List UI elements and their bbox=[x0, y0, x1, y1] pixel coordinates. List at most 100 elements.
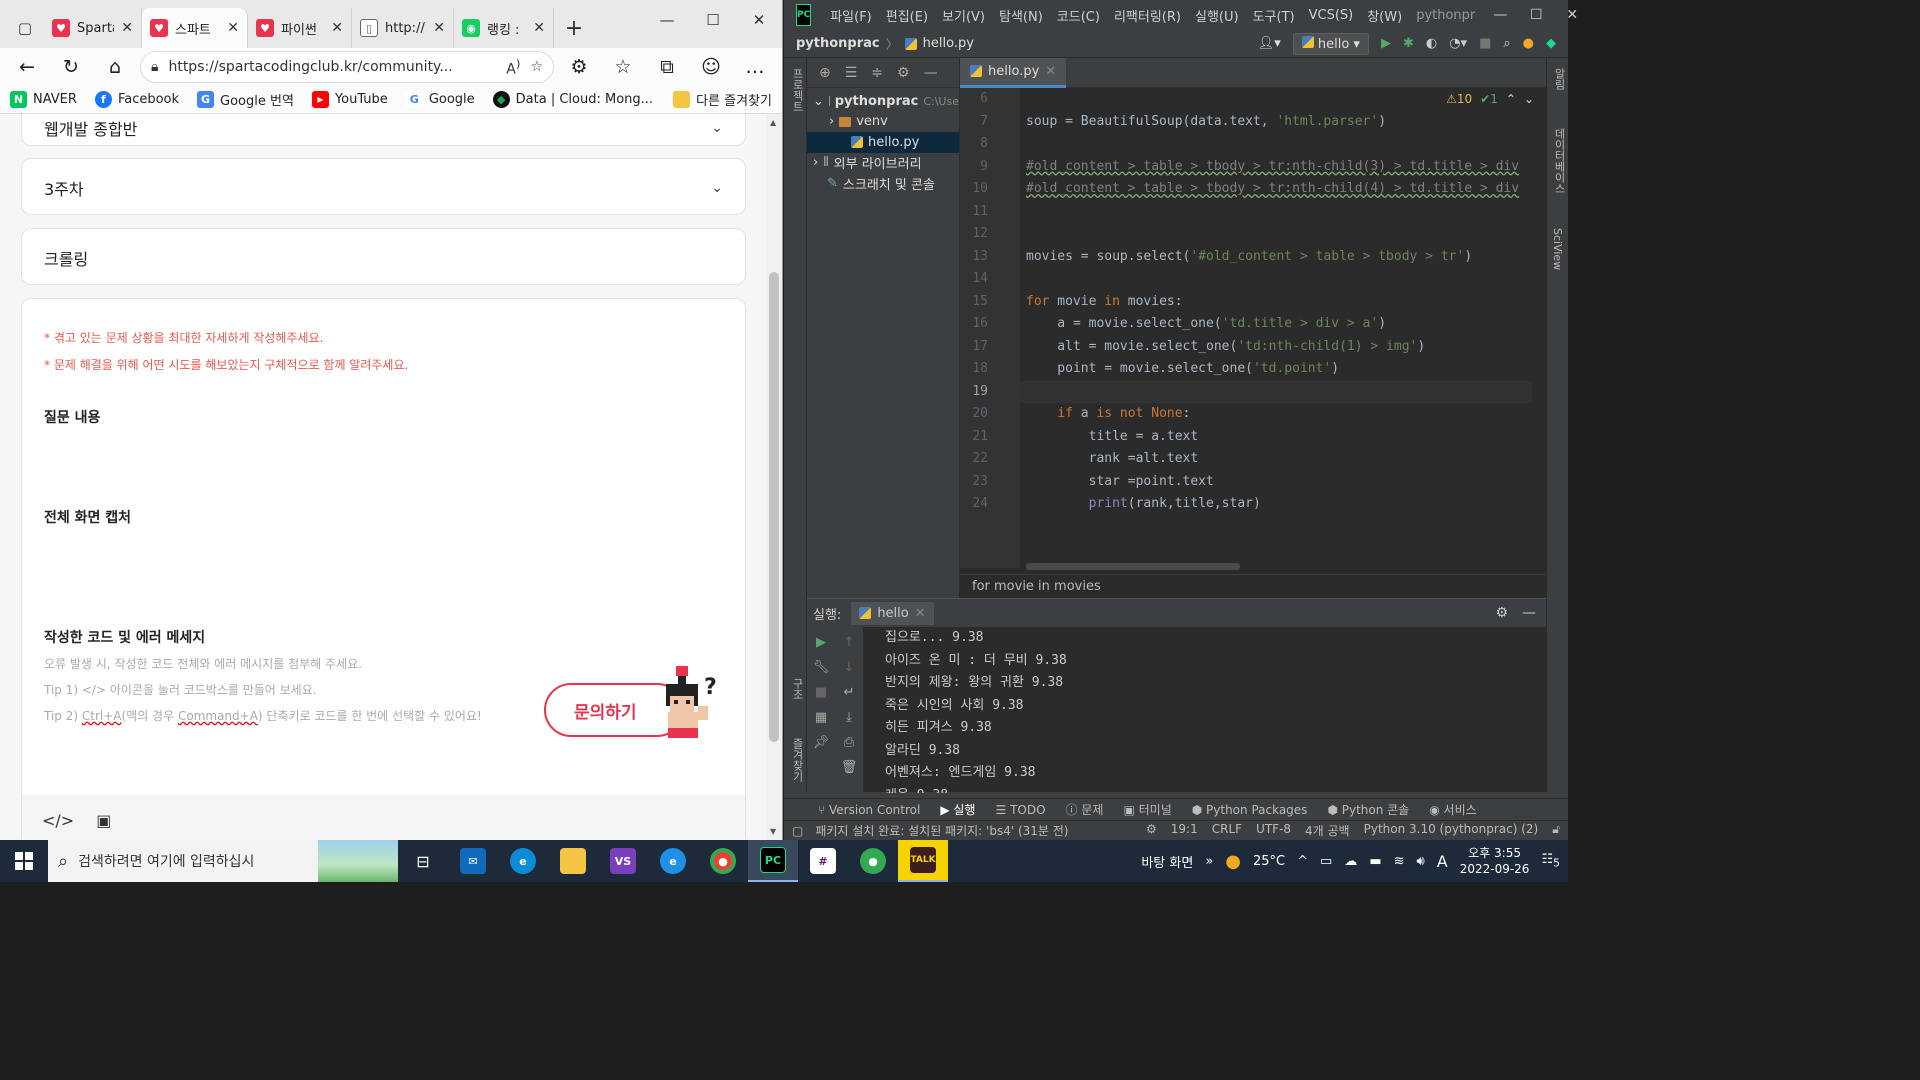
run-tab-hello[interactable]: hello ✕ bbox=[851, 601, 934, 625]
user-icon[interactable]: 👤︎▾ bbox=[1258, 36, 1281, 51]
hide-panel-icon[interactable]: — bbox=[1522, 605, 1536, 621]
menu-run[interactable]: 실행(U) bbox=[1188, 6, 1246, 25]
trash-icon[interactable]: 🗑︎ bbox=[841, 760, 858, 775]
menu-refactor[interactable]: 리팩터링(R) bbox=[1107, 6, 1188, 25]
collapse-all-icon[interactable]: ≑ bbox=[871, 65, 883, 81]
tool-tab-python-packages[interactable]: ⬢ Python Packages bbox=[1192, 803, 1308, 817]
line-separator[interactable]: CRLF bbox=[1212, 822, 1242, 839]
ime-indicator[interactable]: A bbox=[1437, 852, 1448, 871]
weather-temperature[interactable]: 25°C bbox=[1253, 854, 1285, 869]
maximize-icon[interactable]: ☐ bbox=[1518, 7, 1554, 23]
rerun-icon[interactable]: ▶ bbox=[816, 635, 826, 650]
wrench-icon[interactable]: 🔧︎ bbox=[813, 660, 830, 675]
more-menu-icon[interactable]: … bbox=[736, 51, 774, 83]
jetbrains-icon[interactable]: ◆ bbox=[1546, 36, 1556, 51]
status-message[interactable]: 패키지 설치 완료: 설치된 패키지: 'bs4' (31분 전) bbox=[815, 822, 1068, 839]
bookmark-google-translate[interactable]: G Google 번역 bbox=[197, 90, 294, 109]
notification-center-icon[interactable]: ☷5 bbox=[1541, 852, 1560, 870]
pycharm-app-icon[interactable]: PC bbox=[748, 840, 798, 882]
arrow-up-icon[interactable]: ↑ bbox=[844, 635, 855, 650]
indent-setting[interactable]: 4개 공백 bbox=[1305, 822, 1350, 839]
toggle-panel-icon[interactable]: ▢ bbox=[792, 824, 803, 838]
onedrive-icon[interactable]: ☁ bbox=[1344, 854, 1357, 869]
kakaotalk-app-icon[interactable]: TALK bbox=[898, 840, 948, 882]
chevron-down-icon[interactable]: ⌄ bbox=[711, 120, 723, 136]
close-tab-icon[interactable]: ✕ bbox=[121, 20, 133, 36]
hide-panel-icon[interactable]: — bbox=[924, 65, 938, 81]
chevron-up-icon[interactable]: » bbox=[1205, 854, 1213, 869]
python-interpreter[interactable]: Python 3.10 (pythonprac) (2) bbox=[1364, 822, 1539, 839]
bookmark-youtube[interactable]: ▶ YouTube bbox=[311, 91, 388, 108]
accordion-course[interactable]: 웹개발 종합반 ⌄ bbox=[21, 114, 746, 146]
url-text[interactable]: https://spartacodingclub.kr/community... bbox=[168, 59, 496, 75]
other-bookmarks[interactable]: 다른 즐겨찾기 bbox=[673, 90, 772, 109]
address-bar[interactable]: 🔒︎ https://spartacodingclub.kr/community… bbox=[140, 51, 554, 83]
profile-avatar-icon[interactable]: ☺ bbox=[692, 51, 730, 83]
menu-tools[interactable]: 도구(T) bbox=[1246, 6, 1302, 25]
question-form[interactable]: * 겪고 있는 문제 상황을 최대한 자세하게 작성해주세요. * 문제 해결을… bbox=[21, 298, 746, 840]
cursor-position[interactable]: 19:1 bbox=[1171, 822, 1198, 839]
refresh-icon[interactable]: ↻ bbox=[52, 51, 90, 83]
search-icon[interactable]: ⌕ bbox=[1503, 36, 1510, 51]
taskbar-search[interactable]: ⌕ 검색하려면 여기에 입력하십시 bbox=[48, 840, 398, 882]
visual-studio-icon[interactable]: VS bbox=[598, 840, 648, 882]
chevron-down-icon[interactable]: ⌄ bbox=[711, 180, 723, 196]
close-tab-icon[interactable]: ✕ bbox=[915, 606, 926, 621]
nav-file[interactable]: hello.py bbox=[923, 36, 974, 51]
meet-now-icon[interactable]: ▭ bbox=[1320, 854, 1332, 869]
image-upload-icon[interactable]: ▣ bbox=[96, 811, 111, 830]
tree-external-libraries[interactable]: › ⫴ 외부 라이브러리 bbox=[807, 153, 959, 174]
tree-file-hello[interactable]: hello.py bbox=[807, 132, 959, 153]
close-window-icon[interactable]: ✕ bbox=[736, 0, 782, 40]
background-tasks-icon[interactable]: ⚙ bbox=[1146, 822, 1157, 839]
sciview-tool-button[interactable]: SciView bbox=[1551, 228, 1564, 270]
topic-field[interactable]: 크롤링 bbox=[21, 228, 746, 285]
edge-app-icon[interactable]: e bbox=[498, 840, 548, 882]
layout-icon[interactable]: ▦ bbox=[815, 710, 827, 725]
editor-horizontal-scrollbar[interactable] bbox=[1026, 563, 1240, 570]
coverage-icon[interactable]: ◐ bbox=[1426, 36, 1437, 51]
browser-tab[interactable]: ♥ 파이썬 ✕ bbox=[248, 8, 352, 48]
chevron-up-icon[interactable]: ⌃ bbox=[1506, 92, 1516, 106]
file-encoding[interactable]: UTF-8 bbox=[1256, 822, 1291, 839]
close-tab-icon[interactable]: ✕ bbox=[1045, 64, 1056, 79]
close-window-icon[interactable]: ✕ bbox=[1554, 7, 1590, 23]
minimize-icon[interactable]: — bbox=[644, 0, 690, 40]
stop-icon[interactable]: ■ bbox=[815, 685, 827, 700]
internet-explorer-icon[interactable]: e bbox=[648, 840, 698, 882]
battery-icon[interactable]: ▬ bbox=[1369, 854, 1381, 869]
scroll-down-icon[interactable]: ▼ bbox=[770, 827, 776, 836]
browser-tab[interactable]: ▯ http:// ✕ bbox=[352, 8, 454, 48]
bookmark-naver[interactable]: N NAVER bbox=[10, 91, 77, 108]
notifications-tool-button[interactable]: 알림 bbox=[1551, 68, 1567, 90]
soft-wrap-icon[interactable]: ↵ bbox=[844, 685, 855, 700]
slack-app-icon[interactable]: # bbox=[798, 840, 848, 882]
editor-breadcrumb[interactable]: for movie in movies bbox=[960, 574, 1546, 598]
browser-tab[interactable]: ♥ Sparta ✕ bbox=[44, 8, 142, 48]
chrome-profile-app-icon[interactable]: ● bbox=[848, 840, 898, 882]
structure-tool-button[interactable]: 구조 bbox=[789, 678, 805, 700]
tool-tab-problems[interactable]: ⓘ 문제 bbox=[1066, 801, 1104, 818]
print-icon[interactable]: ⎙ bbox=[844, 735, 854, 750]
volume-icon[interactable]: 🔊︎ bbox=[1417, 854, 1425, 869]
close-tab-icon[interactable]: ✕ bbox=[433, 20, 445, 36]
scroll-to-end-icon[interactable]: ⤓ bbox=[846, 710, 852, 725]
menu-edit[interactable]: 편집(E) bbox=[879, 6, 935, 25]
tool-tab-python-console[interactable]: ⬢ Python 콘솔 bbox=[1327, 801, 1409, 818]
scroll-up-icon[interactable]: ▲ bbox=[770, 118, 776, 127]
code-block-icon[interactable]: </> bbox=[42, 811, 74, 830]
bookmarks-tool-button[interactable]: 즐겨찾기 bbox=[789, 738, 805, 782]
home-icon[interactable]: ⌂ bbox=[96, 51, 134, 83]
collections-icon[interactable]: ⧉ bbox=[648, 51, 686, 83]
chevron-down-icon[interactable]: ⌄ bbox=[1524, 92, 1534, 106]
settings-icon[interactable]: ⚙ bbox=[897, 65, 910, 81]
debug-icon[interactable]: ✱ bbox=[1403, 36, 1414, 51]
menu-navigate[interactable]: 탐색(N) bbox=[992, 6, 1050, 25]
menu-vcs[interactable]: VCS(S) bbox=[1302, 8, 1361, 23]
tool-tab-services[interactable]: ◉ 서비스 bbox=[1429, 801, 1476, 818]
bookmark-facebook[interactable]: f Facebook bbox=[94, 91, 179, 108]
stop-icon[interactable]: ■ bbox=[1479, 36, 1491, 51]
favorite-add-icon[interactable]: ☆ bbox=[530, 59, 543, 75]
browser-tab-active[interactable]: ♥ 스파트 ✕ bbox=[142, 8, 248, 48]
tool-tab-run[interactable]: ▶ 실행 bbox=[940, 801, 975, 818]
